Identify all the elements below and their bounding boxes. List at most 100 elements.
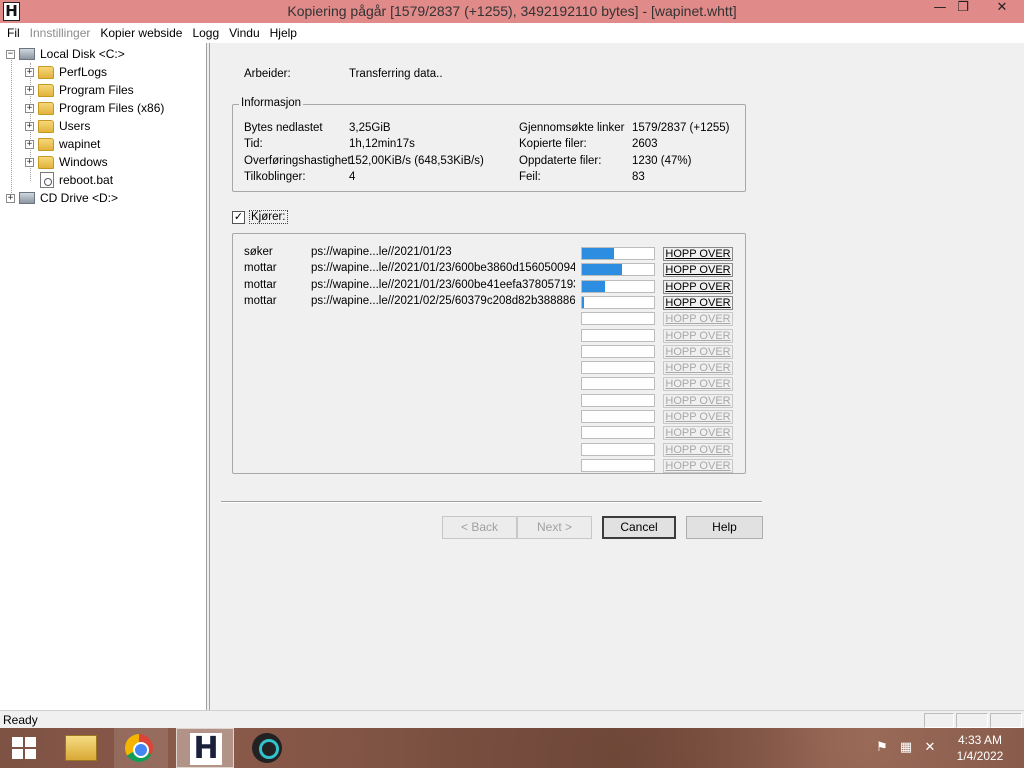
expand-toggle-icon[interactable]: + (6, 193, 15, 203)
skip-button: HOPP OVER (663, 426, 733, 441)
folder-tree[interactable]: − Local Disk <C:> + PerfLogs + Program F… (0, 43, 207, 710)
expand-toggle-icon[interactable]: + (25, 157, 34, 167)
running-label[interactable]: Kjører: (249, 210, 288, 224)
next-button: Next > (517, 516, 592, 539)
time-label: Tid: (244, 138, 263, 150)
info-groupbox: Informasjon Bytes nedlastet 3,25GiB Tid:… (232, 97, 746, 192)
folder-icon (38, 155, 54, 169)
status-pane (956, 713, 988, 728)
tree-label: Program Files (59, 83, 134, 97)
taskbar: H ⚑ ▦ ✕ 4:33 AM 1/4/2022 (0, 728, 1024, 768)
copied-files-value: 2603 (632, 138, 658, 150)
transfer-url: ps://wapine...le//2021/01/23/600be41eefa… (311, 278, 575, 291)
folder-icon (38, 83, 54, 97)
start-button[interactable] (0, 728, 48, 768)
running-checkbox[interactable]: ✓ (232, 211, 245, 224)
cancel-button[interactable]: Cancel (602, 516, 676, 539)
expand-toggle-icon[interactable]: + (25, 67, 34, 77)
errors-label: Feil: (519, 171, 541, 183)
menu-settings: Innstillinger (29, 26, 91, 40)
transfer-rate-value: 152,00KiB/s (648,53KiB/s) (349, 155, 484, 167)
transfer-progress-bar (581, 247, 655, 260)
bytes-downloaded-label: Bytes nedlastet (244, 122, 323, 134)
status-text: Ready (3, 713, 38, 727)
tree-item-program-files[interactable]: + Program Files (25, 81, 134, 99)
menu-bar: Fil Innstillinger Kopier webside Logg Vi… (0, 23, 1024, 43)
copied-files-label: Kopierte filer: (519, 138, 587, 150)
folder-icon (38, 101, 54, 115)
back-button: < Back (442, 516, 517, 539)
skip-button: HOPP OVER (663, 377, 733, 392)
transfer-progress-bar (581, 377, 655, 391)
transfer-progress-fill (582, 296, 585, 308)
transfer-progress-bar (581, 279, 655, 293)
tree-item-local-disk[interactable]: − Local Disk <C:> (6, 45, 125, 63)
tree-item-users[interactable]: + Users (25, 117, 90, 135)
menu-copy-website[interactable]: Kopier webside (95, 24, 187, 42)
skip-button: HOPP OVER (663, 410, 733, 424)
clock[interactable]: 4:33 AM 1/4/2022 (940, 732, 1020, 764)
collapse-toggle-icon[interactable]: − (6, 49, 15, 59)
transfer-status: mottar (244, 278, 277, 291)
chrome-icon (125, 734, 153, 762)
menu-log[interactable]: Logg (187, 24, 224, 42)
tree-label: CD Drive <D:> (40, 191, 119, 205)
tree-item-program-files-x86[interactable]: + Program Files (x86) (25, 99, 164, 117)
transfer-progress-bar (581, 344, 655, 358)
close-button[interactable]: ✕ (980, 0, 1024, 23)
menu-window[interactable]: Vindu (224, 24, 264, 42)
expand-toggle-icon[interactable]: + (25, 121, 34, 131)
transfer-progress-bar (581, 263, 655, 277)
status-pane (924, 713, 954, 728)
action-center-flag-icon[interactable]: ⚑ (874, 740, 890, 756)
tree-item-windows[interactable]: + Windows (25, 153, 108, 171)
skip-button[interactable]: HOPP OVER (663, 263, 733, 278)
scanned-links-label: Gjennomsøkte linker (519, 122, 625, 134)
tree-item-perflogs[interactable]: + PerfLogs (25, 63, 107, 81)
skip-button: HOPP OVER (663, 458, 733, 473)
expand-toggle-icon[interactable]: + (25, 139, 34, 149)
maximize-button[interactable]: ❐ (948, 0, 978, 23)
clock-time: 4:33 AM (957, 733, 1003, 747)
taskbar-file-explorer[interactable] (56, 728, 108, 768)
skip-button[interactable]: HOPP OVER (663, 247, 733, 261)
transfer-progress-fill (582, 280, 606, 292)
transfer-progress-bar (581, 442, 655, 456)
taskbar-pcloud[interactable] (240, 728, 294, 768)
scanned-links-value: 1579/2837 (+1255) (632, 122, 730, 134)
skip-button: HOPP OVER (663, 328, 733, 343)
volume-muted-icon[interactable]: ✕ (922, 740, 938, 756)
file-explorer-icon (65, 735, 97, 761)
tree-label: Local Disk <C:> (40, 47, 125, 61)
skip-button: HOPP OVER (663, 442, 733, 457)
transfer-progress-bar (581, 361, 655, 375)
hard-drive-icon (19, 48, 35, 60)
transfer-progress-bar (581, 312, 655, 326)
taskbar-chrome[interactable] (114, 728, 168, 768)
tree-label: wapinet (59, 137, 101, 151)
connections-value: 4 (349, 171, 356, 183)
menu-help[interactable]: Hjelp (265, 24, 302, 42)
taskbar-httrack[interactable]: H (176, 728, 234, 768)
updated-files-label: Oppdaterte filer: (519, 155, 602, 167)
expand-toggle-icon[interactable]: + (25, 103, 34, 113)
tree-item-cd-drive[interactable]: + CD Drive <D:> (6, 189, 118, 207)
help-button[interactable]: Help (686, 516, 763, 539)
transfer-progress-bar (581, 458, 655, 472)
time-value: 1h,12min17s (349, 138, 415, 150)
skip-button[interactable]: HOPP OVER (663, 295, 733, 310)
skip-button: HOPP OVER (663, 361, 733, 376)
info-group-title: Informasjon (239, 97, 304, 109)
network-icon[interactable]: ▦ (898, 740, 914, 756)
transfer-progress-fill (582, 248, 615, 259)
transfers-groupbox: søker ps://wapine...le//2021/01/23 HOPP OV… (232, 233, 746, 474)
menu-file[interactable]: Fil (2, 24, 25, 42)
tree-item-wapinet[interactable]: + wapinet (25, 135, 101, 153)
tree-item-reboot-bat[interactable]: reboot.bat (40, 171, 113, 189)
transfer-status: søker (244, 246, 273, 258)
skip-button[interactable]: HOPP OVER (663, 279, 733, 294)
status-bar: Ready (0, 710, 1024, 728)
expand-toggle-icon[interactable]: + (25, 85, 34, 95)
transfer-progress-bar (581, 328, 655, 342)
transfer-url: ps://wapine...le//2021/02/25/60379c208d8… (311, 294, 575, 307)
